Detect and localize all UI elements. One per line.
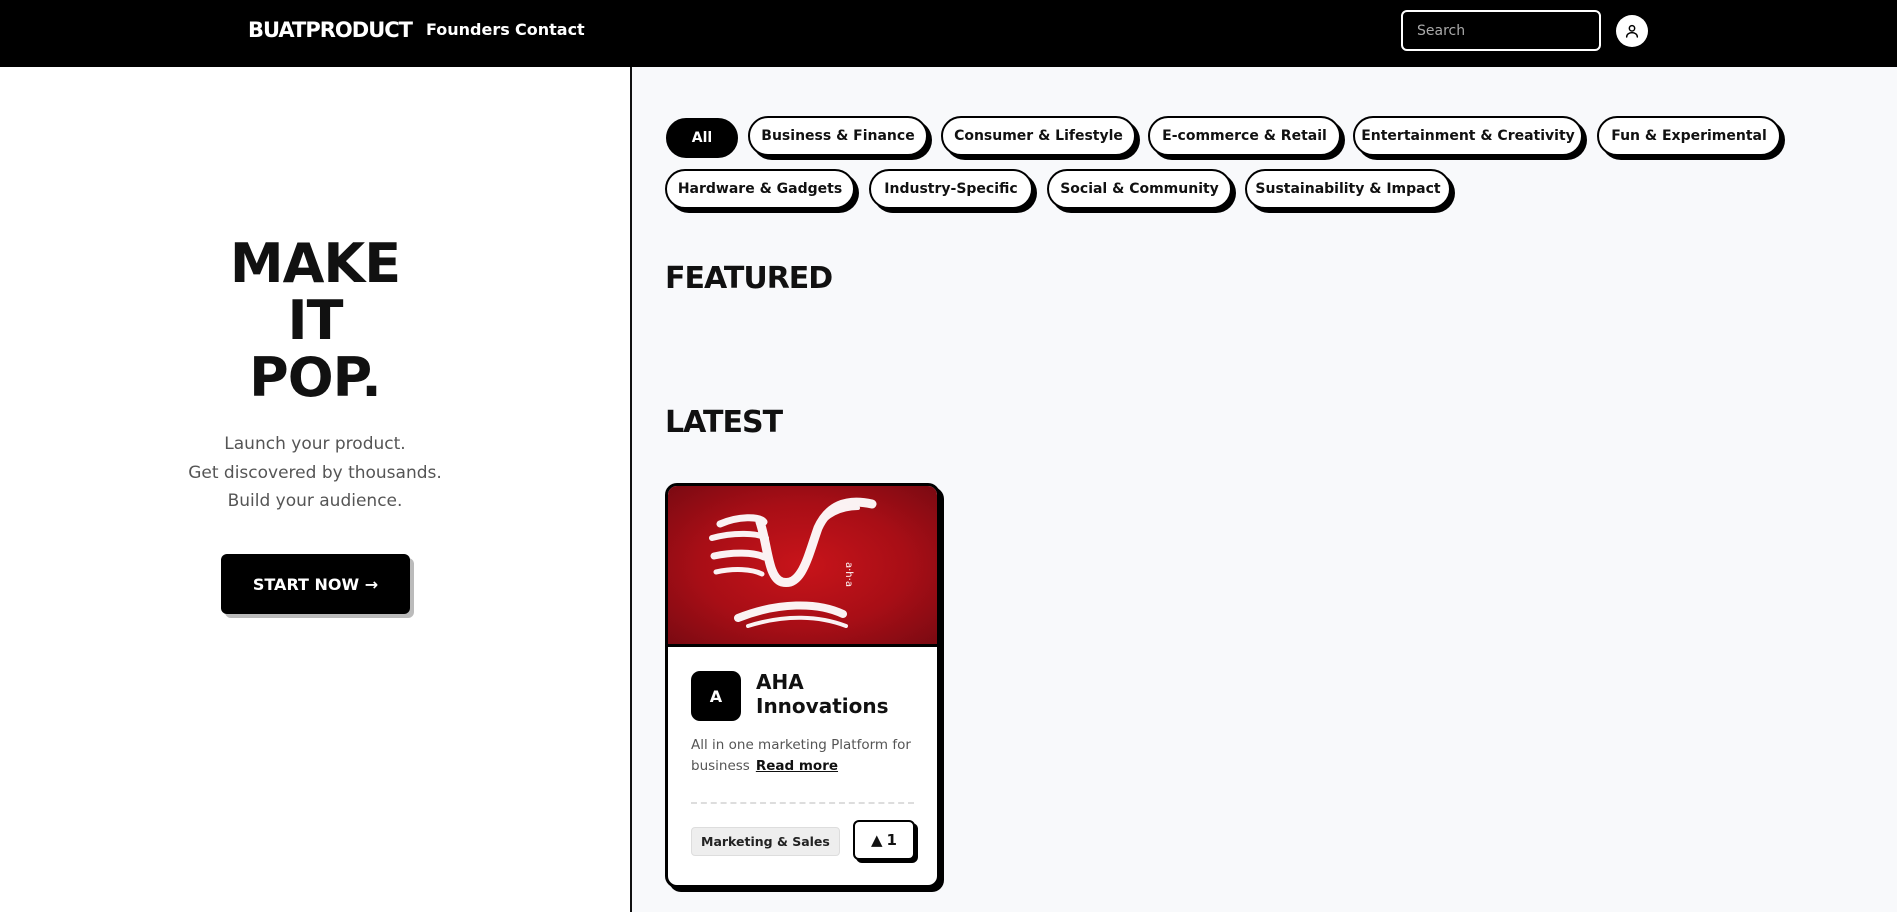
hero-title-line: POP. — [249, 346, 382, 409]
hero-subtitle: Launch your product. Get discovered by t… — [0, 430, 630, 516]
card-separator — [691, 802, 914, 804]
nav-founders-link[interactable]: Founders — [426, 20, 510, 39]
product-card[interactable]: a·h·a A AHA Innovations All in one marke… — [665, 483, 940, 888]
featured-heading: FEATURED — [665, 261, 833, 296]
upvote-button[interactable]: ▲ 1 — [853, 820, 915, 860]
hero-title: MAKE IT POP. — [0, 235, 630, 406]
category-chip-all[interactable]: All — [666, 118, 738, 158]
upvote-count: 1 — [886, 831, 897, 849]
product-logo-avatar: A — [691, 671, 741, 721]
product-name[interactable]: AHA Innovations — [756, 670, 926, 718]
hero-subtitle-line: Get discovered by thousands. — [188, 462, 442, 483]
category-chip-entertainment-creativity[interactable]: Entertainment & Creativity — [1353, 116, 1583, 156]
top-navbar: BUATPRODUCT Founders Contact — [0, 0, 1897, 67]
category-chip-business-finance[interactable]: Business & Finance — [748, 116, 928, 156]
category-chip-hardware-gadgets[interactable]: Hardware & Gadgets — [665, 169, 855, 209]
read-more-link[interactable]: Read more — [756, 758, 838, 774]
category-chip-ecommerce-retail[interactable]: E-commerce & Retail — [1148, 116, 1341, 156]
user-account-button[interactable] — [1616, 15, 1648, 47]
nav-contact-link[interactable]: Contact — [515, 20, 585, 39]
user-icon — [1625, 24, 1639, 38]
latest-heading: LATEST — [665, 405, 783, 440]
upvote-arrow-icon: ▲ — [871, 831, 883, 849]
hero-title-line: IT — [287, 289, 344, 352]
hero-subtitle-line: Build your audience. — [227, 491, 403, 511]
hero-title-line: MAKE — [229, 232, 401, 295]
cover-brand-text: a·h·a — [843, 562, 854, 587]
brand-logo[interactable]: BUATPRODUCT — [248, 18, 413, 42]
category-chip-sustainability-impact[interactable]: Sustainability & Impact — [1245, 169, 1451, 209]
product-category-tag[interactable]: Marketing & Sales — [691, 827, 840, 856]
hero-subtitle-line: Launch your product. — [224, 434, 406, 454]
category-chip-social-community[interactable]: Social & Community — [1047, 169, 1232, 209]
category-chip-industry-specific[interactable]: Industry-Specific — [869, 169, 1033, 209]
aha-brush-logo-icon: a·h·a — [709, 497, 877, 628]
product-description: All in one marketing Platform for busine… — [691, 735, 921, 777]
search-input[interactable] — [1401, 10, 1601, 51]
category-chip-consumer-lifestyle[interactable]: Consumer & Lifestyle — [941, 116, 1136, 156]
start-now-button[interactable]: START NOW → — [221, 554, 410, 614]
category-chip-fun-experimental[interactable]: Fun & Experimental — [1597, 116, 1781, 156]
product-cover-image: a·h·a — [668, 486, 937, 647]
